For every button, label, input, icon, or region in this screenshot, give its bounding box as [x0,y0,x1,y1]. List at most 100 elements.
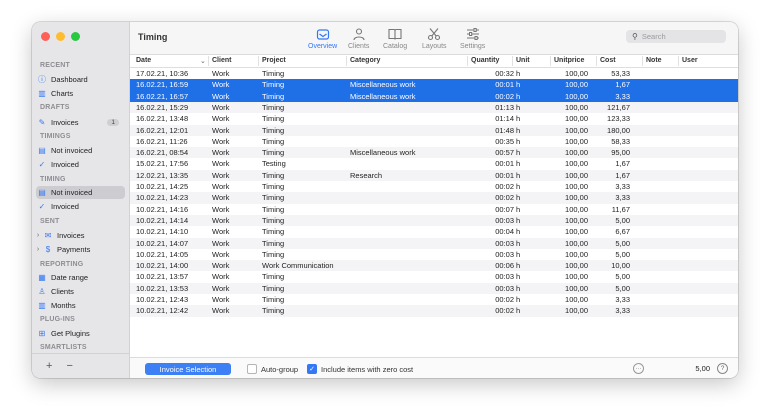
table-row[interactable]: 10.02.21, 13:53 Work Timing 00:03 h 100,00 5,0… [130,282,738,294]
table-row[interactable]: 10.02.21, 14:25 Work Timing 00:02 h 100,00 3,3… [130,181,738,192]
cell-date: 10.02.21, 13:57 [136,272,189,282]
sidebar-section-drafts: DRAFTS [40,104,70,111]
cell-quantity: 00:02 [495,182,514,191]
tab-clients[interactable]: Clients [348,27,369,50]
cell-project: Timing [262,136,285,146]
table-row[interactable]: 10.02.21, 14:14 Work Timing 00:03 h 100,00 5,0… [130,214,738,227]
table-row[interactable]: 10.02.21, 14:23 Work Timing 00:02 h 100,00 3,3… [130,192,738,204]
include-zero-cost-checkbox[interactable]: ✓ Include items with zero cost [307,364,413,374]
tab-overview[interactable]: Overview [308,27,337,50]
sort-chevron-icon[interactable]: ⌄ [200,57,206,65]
cell-date: 10.02.21, 12:42 [136,306,189,316]
chevron-right-icon[interactable]: › [34,232,42,239]
checkmark-icon[interactable]: ✓ [307,364,317,374]
calendar-icon: ▦ [38,273,46,282]
sidebar-item-date-range[interactable]: ▦ Date range [36,271,125,284]
table-row[interactable]: 16.02.21, 13:48 Work Timing 01:14 h 100,00 123… [130,113,738,124]
table-row[interactable]: 10.02.21, 14:00 Work Work Communication 00:… [130,260,738,272]
column-header-category[interactable]: Category [350,57,380,64]
zoom-button[interactable] [71,32,80,41]
table-row[interactable]: 10.02.21, 12:42 Work Timing 00:02 h 100,00 3,3… [130,305,738,317]
table-row[interactable]: 17.02.21, 10:36 Work Timing 00:32 h 100,00 53,… [130,68,738,79]
sidebar-item-timings-not-invoiced[interactable]: ▤ Not invoiced [36,144,125,157]
remove-button[interactable]: − [66,360,72,372]
cell-unit: h [516,91,521,101]
column-header-note[interactable]: Note [646,57,662,64]
tab-layouts[interactable]: Layouts [422,27,447,50]
tab-catalog[interactable]: Catalog [383,27,407,50]
add-button[interactable]: + [46,360,52,372]
cell-client: Work [212,159,230,169]
cell-unit: h [516,125,521,135]
cell-project: Timing [262,272,285,282]
column-header-project[interactable]: Project [262,57,286,64]
autogroup-checkbox[interactable]: Auto-group [247,364,298,374]
table-row[interactable]: 10.02.21, 13:57 Work Timing 00:03 h 100,00 5,0… [130,271,738,282]
sidebar-item-payments[interactable]: › $ Payments [36,243,125,256]
sidebar-item-draft-invoices[interactable]: ✎ Invoices 1 [36,116,125,129]
cell-cost: 3,33 [615,306,630,316]
search-field[interactable]: ⚲ Search [626,30,726,43]
tab-label: Layouts [422,43,447,50]
table-row[interactable]: 10.02.21, 14:07 Work Timing 00:03 h 100,00 5,0… [130,237,738,249]
chevron-right-icon[interactable]: › [34,246,42,253]
sidebar-item-label: Not invoiced [51,146,93,155]
cell-cost: 5,00 [615,283,630,293]
cell-project: Timing [262,283,285,293]
check-circle-icon: ✓ [38,202,46,211]
sidebar-item-months[interactable]: ▥ Months [36,299,125,312]
sidebar-item-timing-not-invoiced[interactable]: ▤ Not invoiced [36,186,125,199]
column-header-client[interactable]: Client [212,57,231,64]
table-row[interactable]: 16.02.21, 15:29 Work Timing 01:13 h 100,00 121… [130,101,738,114]
cell-cost: 6,67 [615,227,630,237]
help-icon[interactable]: ? [717,363,728,374]
cell-cost: 5,00 [615,215,630,225]
table-row[interactable]: 12.02.21, 13:35 Work Timing Research 00:01 h 1… [130,169,738,181]
cell-cost: 5,00 [615,272,630,282]
cell-quantity: 00:03 [495,272,514,282]
column-header-unitprice[interactable]: Unitprice [554,57,584,64]
table-row[interactable]: 16.02.21, 11:26 Work Timing 00:35 h 100,00 58,… [130,136,738,147]
cell-client: Work [212,91,230,101]
column-header-cost[interactable]: Cost [600,57,616,64]
cell-date: 16.02.21, 12:01 [136,125,189,135]
sliders-icon [466,28,479,40]
cell-date: 12.02.21, 13:35 [136,170,189,180]
column-header-user[interactable]: User [682,57,698,64]
minimize-button[interactable] [56,32,65,41]
cell-date: 16.02.21, 08:54 [136,148,189,158]
table-row[interactable]: 16.02.21, 16:59 Work Timing Miscellaneous w… [130,79,738,91]
sidebar-item-timing-invoiced[interactable]: ✓ Invoiced [36,200,125,213]
column-separator [258,56,259,66]
table-row[interactable]: 10.02.21, 14:10 Work Timing 00:04 h 100,00 6,6… [130,226,738,237]
sidebar-item-clients[interactable]: ♙ Clients [36,285,125,298]
sidebar-item-get-plugins[interactable]: ⊞ Get Plugins [36,327,125,340]
cell-client: Work [212,204,230,214]
cell-quantity: 00:03 [495,283,514,293]
table-row[interactable]: 15.02.21, 17:56 Work Testing 00:01 h 100,00 1,… [130,158,738,169]
close-button[interactable] [41,32,50,41]
table-row[interactable]: 16.02.21, 16:57 Work Timing Miscellaneous w… [130,90,738,102]
chart-icon: ▥ [38,89,46,98]
cell-unit: h [516,295,521,304]
column-header-date[interactable]: Date [136,57,151,64]
column-header-quantity[interactable]: Quantity [471,57,499,64]
sidebar-item-dashboard[interactable]: ⓘ Dashboard [36,73,125,86]
cell-client: Work [212,125,230,135]
table-row[interactable]: 10.02.21, 14:05 Work Timing 00:03 h 100,00 5,0… [130,249,738,260]
sidebar-item-timings-invoiced[interactable]: ✓ Invoiced [36,158,125,171]
more-icon[interactable]: ··· [633,363,644,374]
sidebar-footer: + − [32,353,129,378]
tab-settings[interactable]: Settings [460,27,485,50]
table-row[interactable]: 16.02.21, 12:01 Work Timing 01:48 h 100,00 180… [130,124,738,136]
cell-project: Timing [262,170,285,180]
table-row[interactable]: 10.02.21, 14:16 Work Timing 00:07 h 100,00 11,… [130,204,738,215]
table-row[interactable]: 16.02.21, 08:54 Work Timing Miscellaneous w… [130,147,738,159]
sidebar-item-sent-invoices[interactable]: › ✉ Invoices [36,229,125,242]
cell-quantity: 00:04 [495,227,514,237]
invoice-selection-button[interactable]: Invoice Selection [145,363,231,375]
table-row[interactable]: 10.02.21, 12:43 Work Timing 00:02 h 100,00 3,3… [130,294,738,305]
sidebar-item-charts[interactable]: ▥ Charts [36,87,125,100]
column-header-unit[interactable]: Unit [516,57,530,64]
checkbox-box[interactable] [247,364,257,374]
